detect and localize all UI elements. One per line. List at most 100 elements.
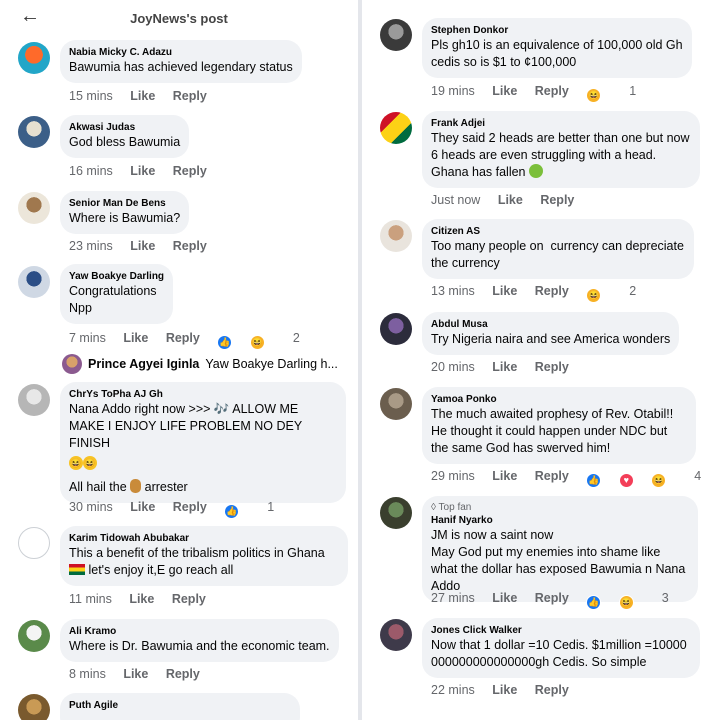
comment-time: Just now [431,193,481,207]
commenter-name[interactable]: Karim Tidowah Abubakar [69,532,339,545]
reply-button[interactable]: Reply [173,89,207,103]
reaction-summary[interactable]: 👍 😆 [217,333,278,350]
like-button[interactable]: Like [492,591,517,605]
comment-actions: 29 mins Like Reply 👍 ♥ 😆 4 [431,468,701,488]
like-button[interactable]: Like [492,284,517,298]
comment-actions: 19 mins Like Reply 😆 1 [431,83,636,103]
commenter-name[interactable]: Frank Adjei [431,117,691,130]
commenter-name[interactable]: Citizen AS [431,225,685,238]
comment-time: 23 mins [69,239,113,253]
reaction-summary[interactable]: 👍 ♥ 😆 [586,471,680,488]
comment-text-part: All hail the [69,480,127,494]
commenter-name[interactable]: Puth Agile [69,699,291,712]
like-reaction-icon: 👍 [224,504,240,519]
commenter-name[interactable]: Nabia Micky C. Adazu [69,46,293,59]
reply-button[interactable]: Reply [166,331,200,345]
comment-text: Where is Bawumia? [69,211,181,225]
reply-button[interactable]: Reply [166,667,200,681]
comment-bubble: Puth Agile [60,693,300,720]
comment-text: The much awaited prophesy of Rev. Otabil… [431,407,677,455]
like-button[interactable]: Like [130,500,155,514]
commenter-name[interactable]: Akwasi Judas [69,121,180,134]
avatar[interactable] [380,619,412,651]
reply-button[interactable]: Reply [535,84,569,98]
comment-actions: 15 mins Like Reply [69,88,221,104]
reaction-summary[interactable]: 😆 [586,86,615,103]
haha-reaction-icon: 😆 [586,288,602,303]
reply-button[interactable]: Reply [535,284,569,298]
comment-text: Too many people on currency can deprecia… [431,239,688,270]
commenter-name[interactable]: Ali Kramo [69,625,330,638]
haha-reaction-icon: 😆 [618,595,634,610]
like-button[interactable]: Like [130,89,155,103]
right-screenshot: Stephen Donkor Pls gh10 is an equivalenc… [362,0,720,720]
haha-reaction-icon: 😆 [249,335,265,350]
avatar[interactable] [18,620,50,652]
avatar[interactable] [380,19,412,51]
comment-text: Try Nigeria naira and see America wonder… [431,332,671,346]
like-button[interactable]: Like [498,193,523,207]
comment-bubble: Ali Kramo Where is Dr. Bawumia and the e… [60,619,339,662]
reply-button[interactable]: Reply [172,592,206,606]
commenter-name[interactable]: Jones Click Walker [431,624,691,637]
avatar[interactable] [380,388,412,420]
haha-reaction-icon: 😆 [586,88,602,103]
comment-actions: 20 mins Like Reply [431,359,583,375]
reaction-summary[interactable]: 👍 [224,502,253,519]
comment-text: Congratulations Npp [69,284,157,315]
commenter-name[interactable]: Yaw Boakye Darling [69,270,164,283]
commenter-name[interactable]: Stephen Donkor [431,24,683,37]
like-button[interactable]: Like [130,164,155,178]
reply-button[interactable]: Reply [173,164,207,178]
reply-button[interactable]: Reply [535,591,569,605]
comment-bubble: Nabia Micky C. Adazu Bawumia has achieve… [60,40,302,83]
reply-button[interactable]: Reply [540,193,574,207]
comment-actions: Just now Like Reply [431,192,588,208]
avatar[interactable] [18,192,50,224]
comment-actions: 11 mins Like Reply [69,591,220,607]
reply-author[interactable]: Prince Agyei Iginla [88,357,199,371]
comment-bubble: Citizen AS Too many people on currency c… [422,219,694,279]
comment-time: 16 mins [69,164,113,178]
avatar[interactable] [380,497,412,529]
avatar[interactable] [380,112,412,144]
like-button[interactable]: Like [129,592,154,606]
top-fan-label: Top fan [438,502,472,513]
comment-bubble: Yamoa Ponko The much awaited prophesy of… [422,387,696,464]
avatar[interactable] [380,313,412,345]
like-button[interactable]: Like [123,667,148,681]
like-button[interactable]: Like [123,331,148,345]
pill-emoji-icon [130,479,142,493]
reaction-summary[interactable]: 👍 😆 [586,593,647,610]
reply-button[interactable]: Reply [173,500,207,514]
comment-time: 11 mins [69,592,112,606]
commenter-name[interactable]: Abdul Musa [431,318,670,331]
avatar[interactable] [18,384,50,416]
avatar[interactable] [18,694,50,720]
like-button[interactable]: Like [130,239,155,253]
avatar[interactable] [18,42,50,74]
love-reaction-icon: ♥ [618,473,634,488]
commenter-name[interactable]: ChrYs ToPha AJ Gh [69,388,337,401]
comment-bubble: Abdul Musa Try Nigeria naira and see Ame… [422,312,680,355]
comment-time: 8 mins [69,667,106,681]
commenter-name[interactable]: Senior Man De Bens [69,197,180,210]
commenter-name[interactable]: Hanif Nyarko [431,514,689,527]
left-screenshot: ← JoyNews's post Nabia Micky C. Adazu Ba… [0,0,358,720]
like-button[interactable]: Like [492,469,517,483]
avatar[interactable] [18,527,50,559]
ghana-flag-icon [69,564,85,575]
commenter-name[interactable]: Yamoa Ponko [431,393,687,406]
avatar[interactable] [380,220,412,252]
reaction-summary[interactable]: 😆 [586,286,615,303]
like-button[interactable]: Like [492,683,517,697]
reply-button[interactable]: Reply [535,360,569,374]
like-button[interactable]: Like [492,84,517,98]
reply-button[interactable]: Reply [173,239,207,253]
avatar[interactable] [18,116,50,148]
like-button[interactable]: Like [492,360,517,374]
avatar[interactable] [18,266,50,298]
reply-snippet: Yaw Boakye Darling h... [205,357,338,371]
reply-button[interactable]: Reply [535,469,569,483]
reply-button[interactable]: Reply [535,683,569,697]
